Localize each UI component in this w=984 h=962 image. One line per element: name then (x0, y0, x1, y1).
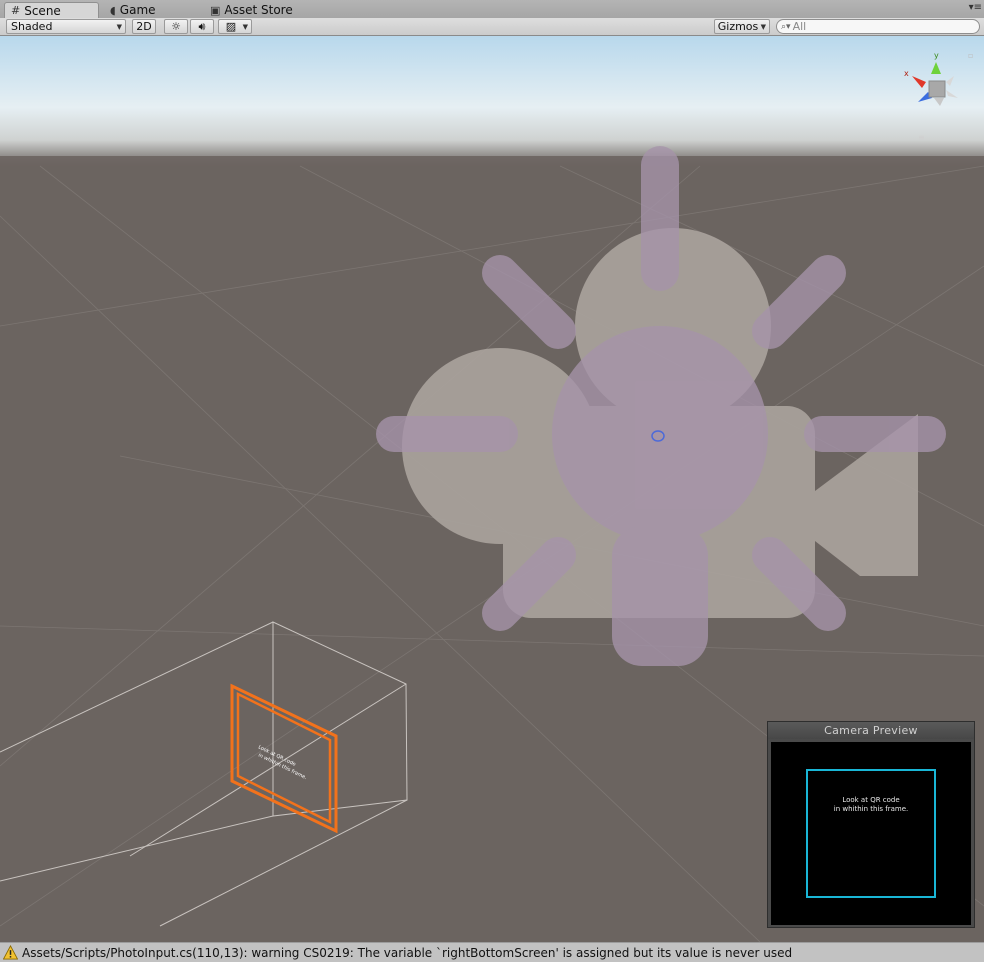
camera-preview-title: Camera Preview (768, 722, 974, 739)
speaker-icon: 🔊︎ (198, 19, 206, 33)
grid-icon: # (11, 4, 21, 17)
hierarchy-search-input[interactable]: ⌕▾ All (776, 19, 980, 34)
sun-icon: ☼ (171, 20, 181, 33)
scene-viewport[interactable]: Look at QR code in whithin this frame. y… (0, 36, 984, 942)
camera-preview-panel: Camera Preview Look at QR code in whithi… (767, 721, 975, 928)
view-menu-icon[interactable]: ≡ (918, 133, 925, 142)
axis-x-label: x (904, 69, 909, 78)
window-tab-strip: # Scene ◖ Game ▣ Asset Store ▾≡ (0, 0, 984, 19)
scene-lighting-toggle[interactable]: ☼ (164, 19, 188, 34)
console-warning-message: Assets/Scripts/PhotoInput.cs(110,13): wa… (22, 945, 793, 960)
tab-game[interactable]: ◖ Game (104, 2, 194, 18)
axis-center-cube[interactable] (928, 80, 946, 98)
search-icon: ⌕▾ (781, 21, 791, 32)
qr-frame-outline (806, 769, 936, 898)
gizmos-dropdown[interactable]: Gizmos ▼ (714, 19, 770, 34)
axis-y-label: y (934, 51, 939, 60)
pacman-icon: ◖ (110, 3, 116, 17)
image-icon: ▨ (225, 20, 237, 33)
chevron-down-icon: ▼ (242, 23, 248, 31)
qr-frame-instruction: Look at QR code in whithin this frame. (833, 796, 909, 813)
tab-scene-label: Scene (24, 3, 61, 18)
warning-icon (3, 945, 18, 960)
scene-audio-toggle[interactable]: 🔊︎ (190, 19, 214, 34)
lock-icon[interactable]: ▫ (968, 51, 973, 60)
tab-scene[interactable]: # Scene (4, 2, 99, 18)
sky-gradient (0, 36, 984, 166)
gizmos-label: Gizmos (717, 20, 759, 33)
scene-toolbar: Shaded ▼ 2D ☼ 🔊︎ ▨ ▼ Gizmos ▼ ⌕▾ All (0, 18, 984, 36)
scene-effects-dropdown[interactable]: ▨ ▼ (218, 19, 252, 34)
shading-mode-label: Shaded (11, 20, 53, 33)
console-status-bar[interactable]: Assets/Scripts/PhotoInput.cs(110,13): wa… (0, 942, 984, 962)
chevron-down-icon: ▼ (760, 23, 766, 31)
store-icon: ▣ (210, 3, 221, 17)
camera-preview-view: Look at QR code in whithin this frame. (771, 742, 971, 925)
chevron-down-icon: ▼ (116, 23, 122, 31)
tab-asset-store-label: Asset Store (224, 3, 293, 17)
search-placeholder: All (792, 20, 807, 33)
mode-2d-label: 2D (136, 20, 152, 33)
tab-game-label: Game (119, 3, 156, 17)
shading-mode-dropdown[interactable]: Shaded ▼ (6, 19, 126, 34)
mode-2d-toggle[interactable]: 2D (132, 19, 156, 34)
tab-asset-store[interactable]: ▣ Asset Store (204, 2, 314, 18)
tab-menu-icon[interactable]: ▾≡ (969, 2, 982, 13)
